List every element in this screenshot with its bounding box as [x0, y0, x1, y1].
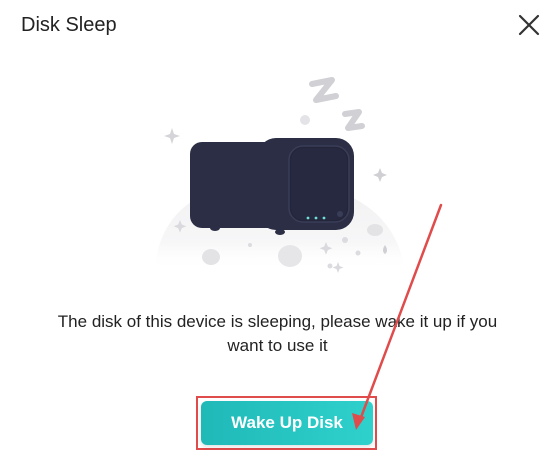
crater	[202, 249, 220, 265]
sleep-message: The disk of this device is sleeping, ple…	[0, 310, 555, 358]
nas-device-icon	[190, 138, 354, 235]
wake-up-disk-button[interactable]: Wake Up Disk	[201, 401, 373, 445]
sparkle-icon	[164, 128, 180, 144]
crater	[367, 224, 383, 236]
zzz-icon	[309, 77, 365, 131]
message-line-1: The disk of this device is sleeping, ple…	[57, 312, 498, 331]
disk-sleep-dialog: Disk Sleep The disk of this device is sl…	[0, 0, 555, 455]
message-line-2: want to use it	[227, 336, 328, 355]
dialog-title: Disk Sleep	[21, 14, 117, 36]
crater	[278, 245, 302, 267]
sleeping-device-illustration	[155, 77, 405, 273]
close-button[interactable]	[516, 12, 542, 38]
sparkle-icon	[373, 168, 387, 182]
close-icon	[518, 14, 540, 36]
